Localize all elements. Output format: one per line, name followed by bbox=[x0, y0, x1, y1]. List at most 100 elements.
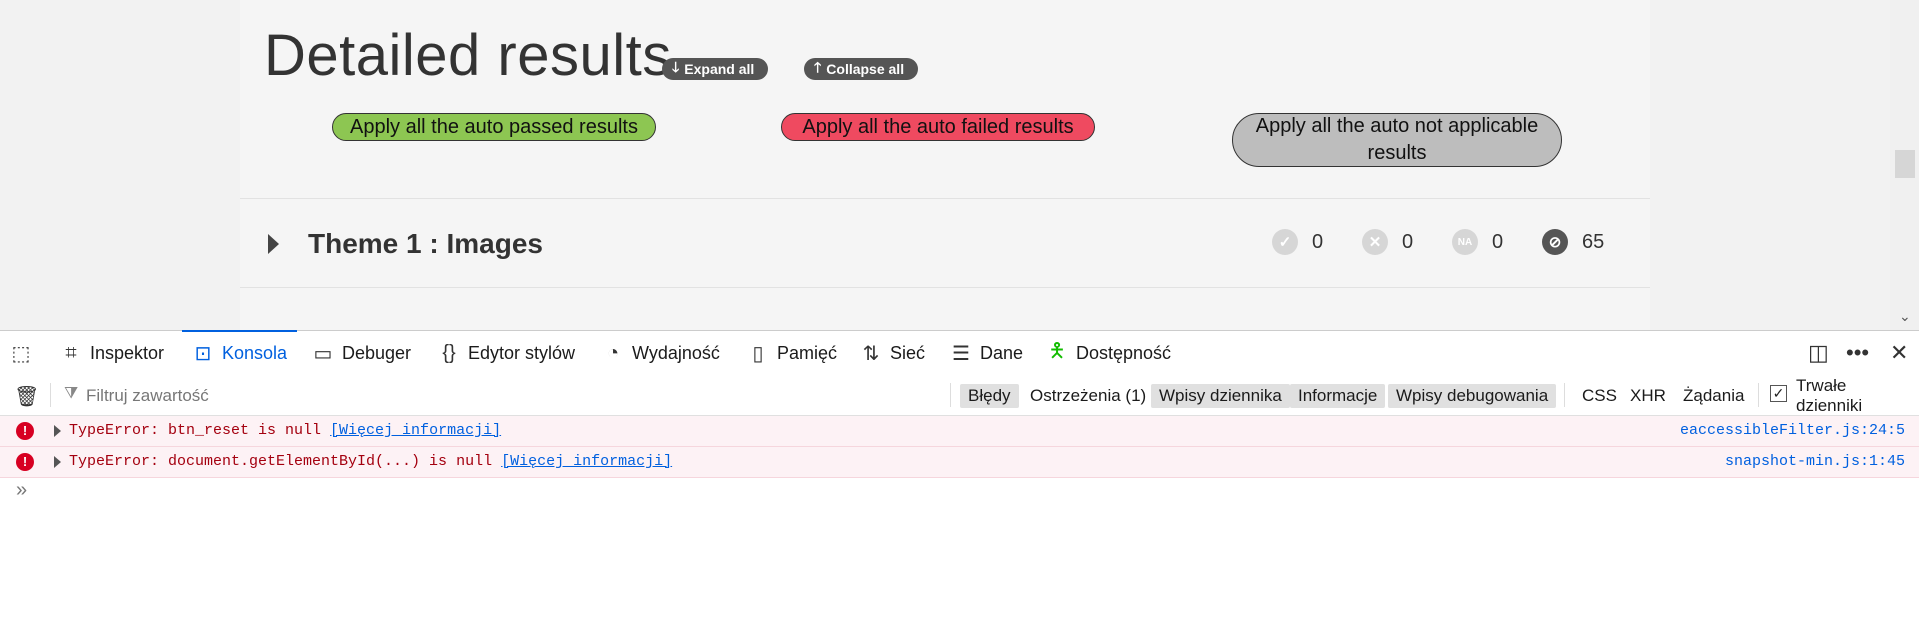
debugger-icon: ▭ bbox=[313, 342, 333, 365]
arrow-up-icon: 🡑 bbox=[814, 59, 822, 75]
tab-label: Edytor stylów bbox=[468, 342, 576, 363]
devtools-panel: ⬚ ⌗ Inspektor ⊡ Konsola ▭ Debuger {} Edytor … bbox=[0, 330, 1919, 640]
console-filter-bar: 🗑 ⧩ Błędy Ostrzeżenia (1) Wpisy dziennik… bbox=[0, 375, 1919, 416]
divider bbox=[240, 287, 1650, 288]
tab-label: Inspektor bbox=[90, 342, 165, 363]
error-text: TypeError: document.getElementById(...) … bbox=[69, 453, 502, 470]
more-info-link[interactable]: [Więcej informacji] bbox=[330, 422, 501, 439]
dock-button[interactable]: ◫ bbox=[1808, 331, 1829, 375]
page-title: Detailed results bbox=[264, 23, 672, 88]
source-link[interactable]: snapshot-min.js:1:45 bbox=[1725, 453, 1905, 470]
close-icon: ✕ bbox=[1890, 340, 1909, 365]
filter-xhr[interactable]: XHR bbox=[1622, 384, 1674, 408]
separator bbox=[950, 383, 951, 407]
trash-icon[interactable]: 🗑 bbox=[14, 384, 39, 409]
untested-count: ⊘ 65 bbox=[1542, 229, 1604, 255]
devtools-toolbar: ⬚ ⌗ Inspektor ⊡ Konsola ▭ Debuger {} Edytor … bbox=[0, 330, 1919, 376]
more-icon: ••• bbox=[1846, 340, 1870, 365]
tab-konsola[interactable]: ⊡ Konsola bbox=[181, 330, 298, 375]
page-scrollbar[interactable]: ⌄ bbox=[1890, 0, 1919, 330]
web-page: Detailed results 🡓 Expand all 🡑 Collapse… bbox=[0, 0, 1919, 330]
tab-dane[interactable]: ☰ Dane bbox=[950, 331, 1023, 375]
tab-wydajnosc[interactable]: ◔ Wydajność bbox=[602, 331, 720, 375]
separator bbox=[50, 383, 51, 407]
filter-info[interactable]: Informacje bbox=[1290, 384, 1386, 408]
tab-label: Konsola bbox=[222, 342, 288, 363]
theme-row[interactable]: Theme 1 : Images ✓ 0 ✕ 0 NA 0 ⊘ 65 bbox=[240, 199, 1650, 287]
persist-logs-checkbox[interactable]: ✓ bbox=[1770, 385, 1787, 402]
apply-not-applicable-button[interactable]: Apply all the auto not applicable result… bbox=[1232, 113, 1562, 167]
filter-input[interactable] bbox=[84, 383, 688, 409]
tab-pamiec[interactable]: ▯ Pamięć bbox=[747, 331, 837, 375]
more-info-link[interactable]: [Więcej informacji] bbox=[501, 453, 672, 470]
na-value: 0 bbox=[1492, 230, 1504, 253]
tab-label: Debuger bbox=[342, 342, 412, 363]
picker-icon: ⬚ bbox=[11, 342, 31, 365]
source-link[interactable]: eaccessibleFilter.js:24:5 bbox=[1680, 422, 1905, 439]
filter-requests[interactable]: Żądania bbox=[1675, 384, 1752, 408]
performance-icon: ◔ bbox=[606, 341, 620, 364]
memory-icon: ▯ bbox=[752, 342, 764, 365]
dock-icon: ◫ bbox=[1808, 340, 1829, 365]
collapse-all-label: Collapse all bbox=[826, 61, 905, 77]
collapse-all-button[interactable]: 🡑 Collapse all bbox=[804, 58, 919, 80]
tab-label: Dane bbox=[980, 342, 1024, 363]
na-icon: NA bbox=[1452, 229, 1478, 255]
tab-dostepnosc[interactable]: 🯅 Dostępność bbox=[1046, 331, 1171, 375]
message-text: TypeError: document.getElementById(...) … bbox=[69, 453, 672, 470]
tab-label: Dostępność bbox=[1076, 342, 1172, 363]
failed-count: ✕ 0 bbox=[1362, 229, 1413, 255]
separator bbox=[1564, 383, 1565, 407]
tab-debuger[interactable]: ▭ Debuger bbox=[312, 331, 412, 375]
chevron-down-icon[interactable]: ⌄ bbox=[1899, 308, 1911, 325]
cross-icon: ✕ bbox=[1362, 229, 1388, 255]
close-devtools-button[interactable]: ✕ bbox=[1890, 331, 1908, 375]
expand-all-label: Expand all bbox=[684, 61, 755, 77]
not-applicable-count: NA 0 bbox=[1452, 229, 1503, 255]
console-icon: ⊡ bbox=[194, 342, 212, 365]
filter-errors[interactable]: Błędy bbox=[960, 384, 1019, 408]
accessibility-icon: 🯅 bbox=[1048, 340, 1066, 362]
style-editor-icon: {} bbox=[442, 341, 456, 364]
failed-value: 0 bbox=[1402, 230, 1414, 253]
apply-passed-button[interactable]: Apply all the auto passed results bbox=[332, 113, 656, 141]
console-error-message[interactable]: ! TypeError: btn_reset is null [Więcej i… bbox=[0, 416, 1919, 447]
error-text: TypeError: btn_reset is null bbox=[69, 422, 331, 439]
tab-siec[interactable]: ⇅ Sieć bbox=[860, 331, 925, 375]
tab-inspektor[interactable]: ⌗ Inspektor bbox=[60, 331, 164, 375]
filter-logs[interactable]: Wpisy dziennika bbox=[1151, 384, 1290, 408]
passed-count: ✓ 0 bbox=[1272, 229, 1323, 255]
network-icon: ⇅ bbox=[862, 342, 880, 365]
tab-label: Sieć bbox=[890, 342, 926, 363]
passed-value: 0 bbox=[1312, 230, 1324, 253]
separator bbox=[1758, 383, 1759, 407]
expand-triangle-icon[interactable] bbox=[54, 456, 61, 468]
theme-title: Theme 1 : Images bbox=[308, 228, 543, 259]
filter-debug[interactable]: Wpisy debugowania bbox=[1388, 384, 1557, 408]
tab-edytor-stylow[interactable]: {} Edytor stylów bbox=[438, 331, 575, 375]
message-text: TypeError: btn_reset is null [Więcej inf… bbox=[69, 422, 501, 439]
untested-value: 65 bbox=[1582, 230, 1605, 253]
error-icon: ! bbox=[16, 453, 34, 471]
expand-all-button[interactable]: 🡓 Expand all bbox=[662, 58, 769, 80]
apply-failed-button[interactable]: Apply all the auto failed results bbox=[781, 113, 1095, 141]
scroll-thumb[interactable] bbox=[1895, 150, 1915, 178]
expand-triangle-icon[interactable] bbox=[54, 425, 61, 437]
console-error-message[interactable]: ! TypeError: document.getElementById(...… bbox=[0, 447, 1919, 478]
inspector-icon: ⌗ bbox=[65, 341, 77, 364]
filter-css[interactable]: CSS bbox=[1574, 384, 1625, 408]
tab-label: Pamięć bbox=[777, 342, 838, 363]
element-picker-button[interactable]: ⬚ bbox=[10, 331, 40, 375]
filter-icon: ⧩ bbox=[64, 385, 79, 402]
check-icon: ✓ bbox=[1272, 229, 1298, 255]
error-icon: ! bbox=[16, 422, 34, 440]
console-prompt-icon[interactable]: » bbox=[16, 479, 27, 502]
more-options-button[interactable]: ••• bbox=[1846, 331, 1869, 375]
results-panel: Detailed results 🡓 Expand all 🡑 Collapse… bbox=[240, 0, 1650, 330]
no-entry-icon: ⊘ bbox=[1542, 229, 1568, 255]
filter-warnings[interactable]: Ostrzeżenia (1) bbox=[1022, 384, 1154, 408]
tab-label: Wydajność bbox=[632, 342, 720, 363]
storage-icon: ☰ bbox=[952, 342, 970, 365]
arrow-down-icon: 🡓 bbox=[672, 59, 680, 75]
expand-caret-icon[interactable] bbox=[268, 234, 279, 254]
